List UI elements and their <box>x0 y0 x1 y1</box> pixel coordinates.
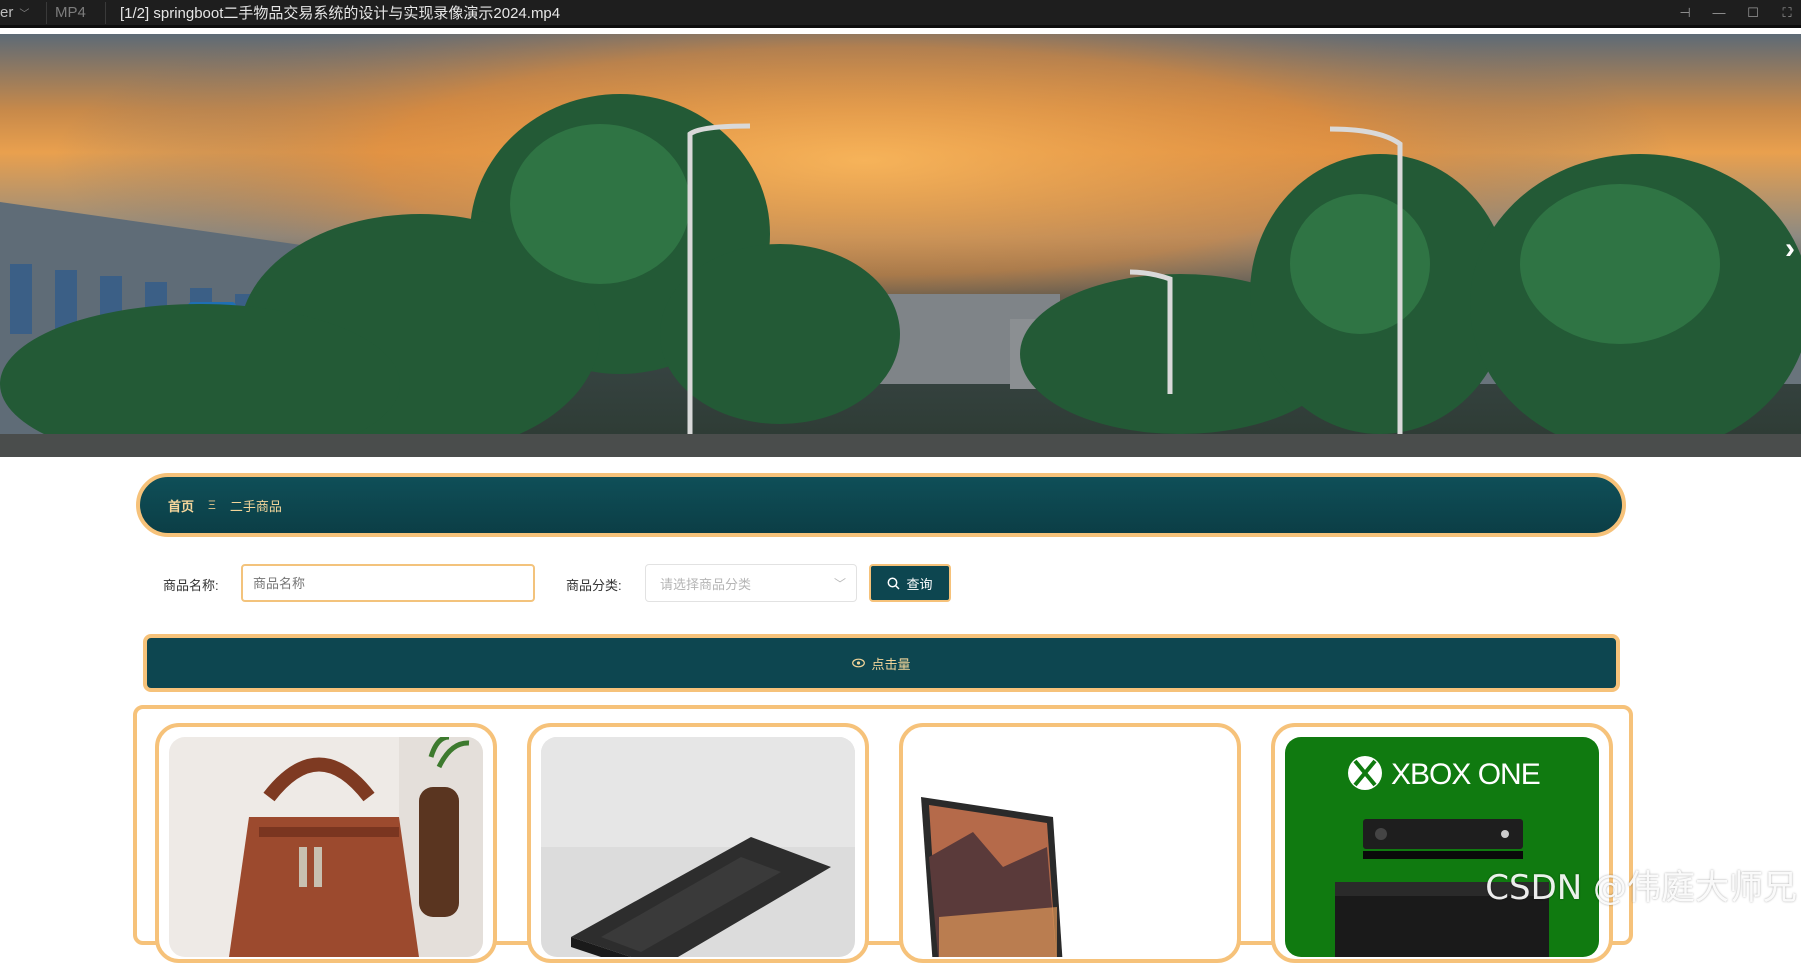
category-placeholder: 请选择商品分类 <box>660 576 752 592</box>
search-form: 商品名称: 商品分类: 请选择商品分类 ﹀ 查询 <box>0 563 1801 605</box>
divider <box>46 1 47 24</box>
chevron-down-icon[interactable]: ﹀ <box>19 5 29 20</box>
product-image: XBOX ONE <box>1285 737 1599 957</box>
breadcrumb-separator-icon: Ξ <box>208 498 216 512</box>
product-name-label: 商品名称: <box>163 578 219 593</box>
app-menu[interactable]: er ﹀ <box>0 4 36 21</box>
divider <box>105 1 106 24</box>
breadcrumb-current: 二手商品 <box>229 498 282 514</box>
product-name-input[interactable] <box>241 564 535 602</box>
breadcrumb-home-link[interactable]: 首页 <box>168 496 194 515</box>
product-card[interactable] <box>155 723 497 963</box>
category-label: 商品分类: <box>566 578 622 593</box>
category-select[interactable]: 请选择商品分类 ﹀ <box>645 564 857 602</box>
player-title-bar: er ﹀ MP4 [1/2] springboot二手物品交易系统的设计与实现录… <box>0 0 1801 28</box>
product-image <box>169 737 483 957</box>
maximize-icon[interactable]: ☐ <box>1745 5 1761 21</box>
app-name-fragment: er <box>0 4 14 21</box>
product-image <box>913 737 1227 957</box>
window-controls: ⊣ — ☐ ⛶ <box>1677 0 1801 25</box>
next-slide-arrow-icon[interactable]: › <box>1785 232 1795 266</box>
fullscreen-icon[interactable]: ⛶ <box>1779 5 1795 21</box>
product-image <box>541 737 855 957</box>
xbox-logo-text: XBOX ONE <box>1391 758 1540 791</box>
product-card[interactable] <box>527 723 869 963</box>
query-button-label: 查询 <box>906 576 933 592</box>
product-grid: XBOX ONE <box>133 705 1633 963</box>
eye-icon <box>852 658 866 668</box>
sort-by-clicks-button[interactable]: 点击量 <box>143 634 1620 692</box>
breadcrumb: 首页 Ξ 二手商品 <box>136 473 1626 537</box>
pin-icon[interactable]: ⊣ <box>1677 5 1693 21</box>
minimize-icon[interactable]: — <box>1711 5 1727 20</box>
product-card[interactable] <box>899 723 1241 963</box>
format-label: MP4 <box>55 4 86 21</box>
hero-banner: P › <box>0 34 1801 457</box>
banner-image: P <box>0 34 1801 457</box>
query-button[interactable]: 查询 <box>869 564 951 602</box>
csdn-watermark: CSDN @伟庭大师兄 <box>1485 868 1797 908</box>
product-card[interactable]: XBOX ONE <box>1271 723 1613 963</box>
chevron-down-icon: ﹀ <box>833 577 846 591</box>
sort-label: 点击量 <box>871 656 911 672</box>
search-icon <box>888 577 901 590</box>
video-title: [1/2] springboot二手物品交易系统的设计与实现录像演示2024.m… <box>120 5 561 22</box>
